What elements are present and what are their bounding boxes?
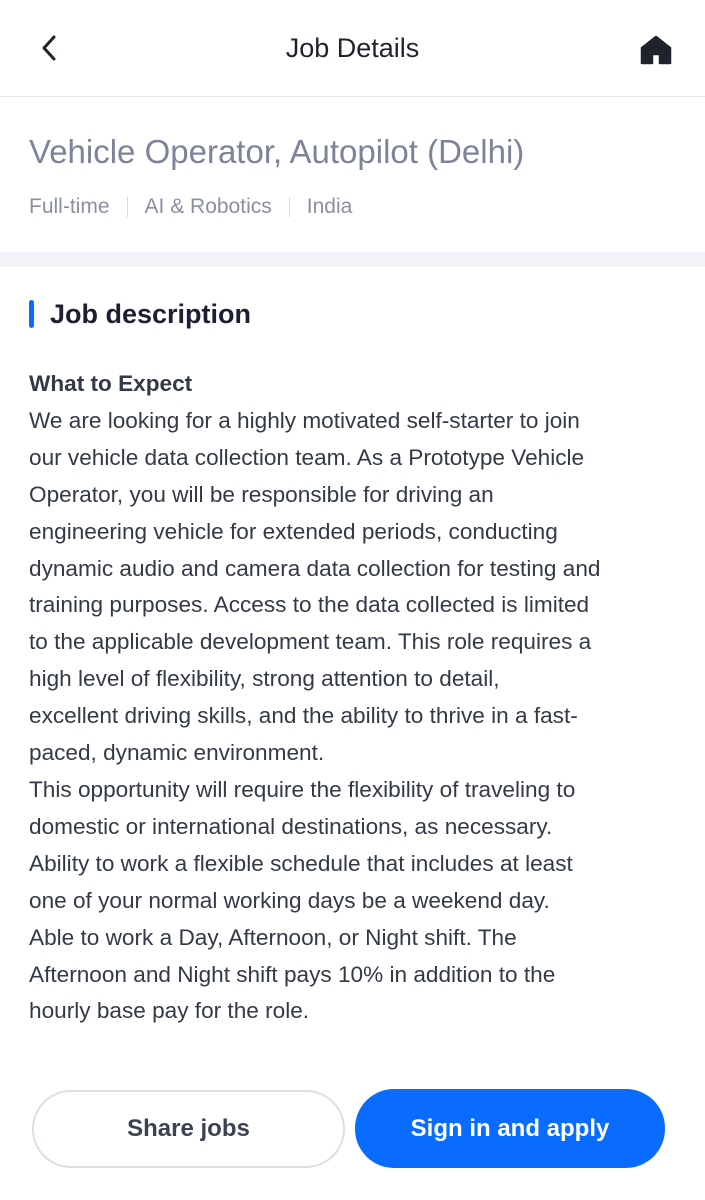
sign-in-apply-button[interactable]: Sign in and apply bbox=[355, 1089, 665, 1168]
job-header: Vehicle Operator, Autopilot (Delhi) Full… bbox=[0, 97, 705, 252]
description-line: to the applicable development team. This… bbox=[29, 629, 592, 655]
meta-divider bbox=[126, 197, 128, 217]
job-meta: Full-time AI & Robotics India bbox=[29, 193, 352, 221]
description-line: Operator, you will be responsible for dr… bbox=[29, 481, 494, 507]
description-line: paced, dynamic environment. bbox=[29, 740, 325, 766]
section-heading-label: Job description bbox=[50, 299, 252, 329]
job-category: AI & Robotics bbox=[144, 195, 272, 218]
home-button[interactable] bbox=[634, 28, 678, 72]
description-line: engineering vehicle for extended periods… bbox=[29, 518, 558, 544]
description-line: domestic or international destinations, … bbox=[29, 813, 553, 839]
description-line: Ability to work a flexible schedule that… bbox=[29, 850, 573, 876]
section-divider bbox=[0, 252, 705, 267]
job-location: India bbox=[306, 195, 353, 218]
description-line: training purposes. Access to the data co… bbox=[29, 592, 590, 618]
meta-divider bbox=[288, 197, 290, 217]
description-line: high level of flexibility, strong attent… bbox=[29, 666, 500, 692]
heading-accent-bar bbox=[29, 300, 34, 328]
description-line: Able to work a Day, Afternoon, or Night … bbox=[29, 924, 517, 950]
description-line: Afternoon and Night shift pays 10% in ad… bbox=[29, 961, 556, 987]
job-type: Full-time bbox=[29, 195, 110, 218]
description-line: dynamic audio and camera data collection… bbox=[29, 555, 601, 581]
job-description: What to Expect We are looking for a high… bbox=[29, 366, 689, 1030]
page-title: Job Details bbox=[285, 33, 420, 63]
top-nav-bar: Job Details bbox=[0, 0, 705, 97]
section-heading: Job description bbox=[29, 296, 251, 332]
share-jobs-button[interactable]: Share jobs bbox=[32, 1090, 345, 1168]
home-icon bbox=[640, 35, 672, 65]
description-line: This opportunity will require the flexib… bbox=[29, 776, 576, 802]
job-title: Vehicle Operator, Autopilot (Delhi) bbox=[29, 133, 525, 170]
description-line: our vehicle data collection team. As a P… bbox=[29, 444, 585, 470]
description-line: excellent driving skills, and the abilit… bbox=[29, 703, 578, 729]
description-line: hourly base pay for the role. bbox=[29, 998, 310, 1024]
description-line: We are looking for a highly motivated se… bbox=[29, 407, 580, 433]
description-line: one of your normal working days be a wee… bbox=[29, 887, 550, 913]
description-subheading: What to Expect bbox=[29, 371, 193, 396]
